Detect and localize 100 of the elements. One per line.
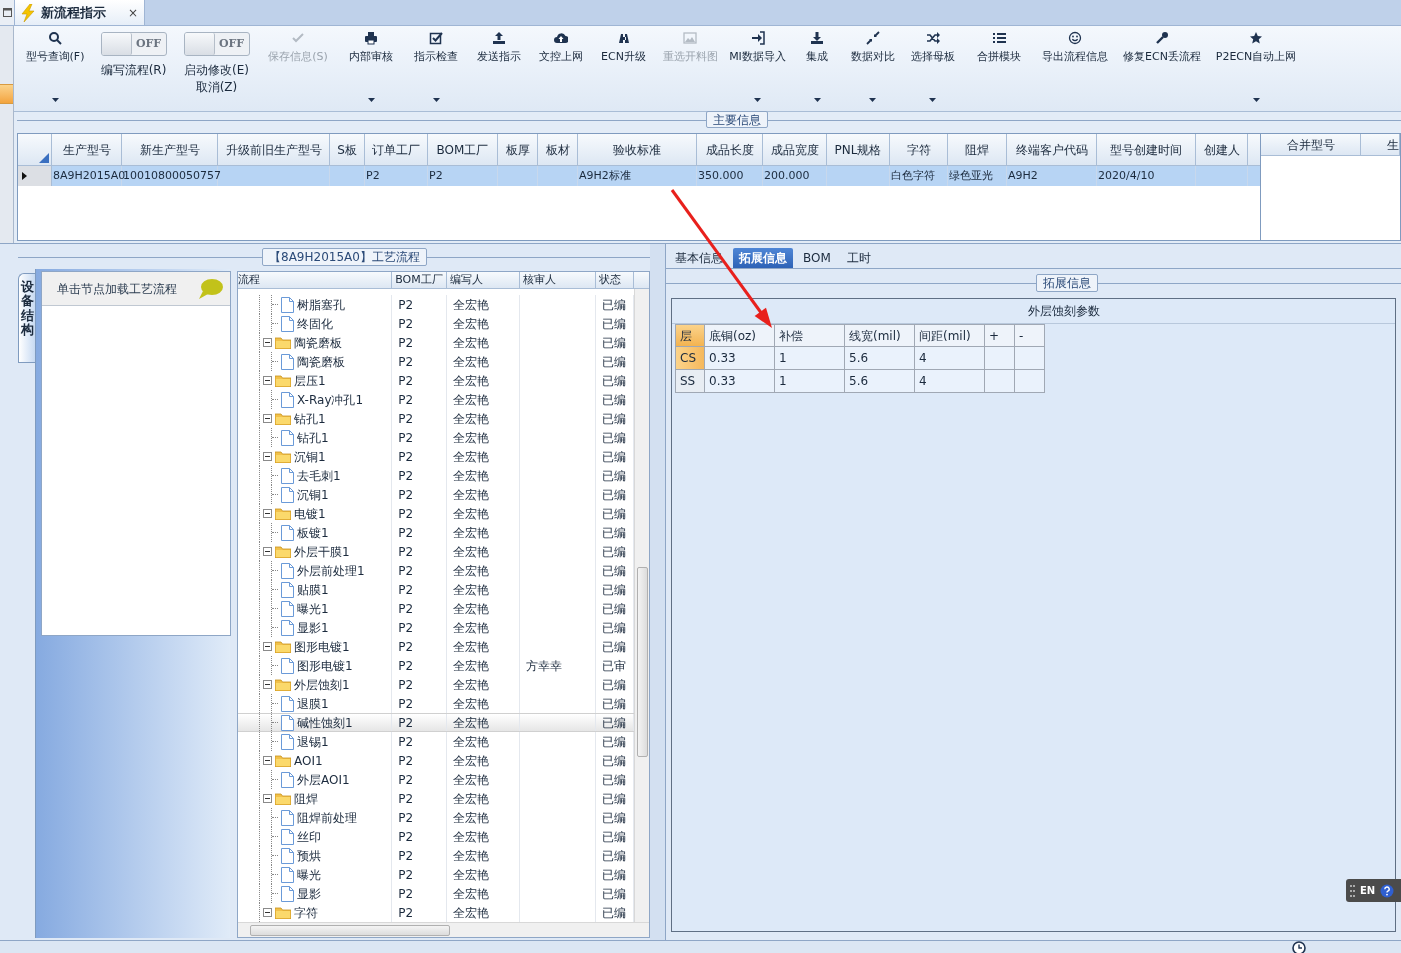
tree-row[interactable]: 显影 P2 全宏艳 已编 [238, 884, 634, 903]
column-header[interactable]: 状态 [596, 272, 634, 288]
column-header[interactable]: 升级前旧生产型号 [218, 134, 330, 165]
column-header[interactable]: 新生产型号 [122, 134, 218, 165]
column-header[interactable]: 底铜(oz) [705, 325, 775, 347]
close-button[interactable]: × [127, 3, 138, 22]
toolbar-button[interactable]: 内部审核 [337, 26, 405, 110]
collapse-icon[interactable] [263, 509, 272, 518]
column-header[interactable]: 板材 [538, 134, 578, 165]
column-header[interactable]: 线宽(mil) [845, 325, 915, 347]
tree-row[interactable]: 曝光1 P2 全宏艳 已编 [238, 599, 634, 618]
tree-row[interactable]: 外层干膜1 P2 全宏艳 已编 [238, 542, 634, 561]
toolbar-button[interactable]: 选择母板 [901, 26, 964, 110]
column-header[interactable]: 成品宽度 [763, 134, 827, 165]
column-header[interactable]: 流程 [238, 272, 393, 288]
scrollbar-thumb[interactable] [250, 924, 450, 936]
row-header[interactable]: CS [676, 347, 705, 370]
column-header[interactable]: 合并型号 [1261, 134, 1361, 155]
column-header[interactable]: 字符 [890, 134, 948, 165]
toolbar-button[interactable]: 发送指示 [467, 26, 530, 110]
column-header[interactable]: BOM工厂 [428, 134, 498, 165]
toolbar-button[interactable]: ECN升级 [592, 26, 655, 110]
horizontal-scrollbar[interactable] [238, 922, 649, 937]
collapse-icon[interactable] [263, 794, 272, 803]
collapse-icon[interactable] [263, 756, 272, 765]
column-header[interactable]: 补偿 [775, 325, 845, 347]
tree-row[interactable]: 沉铜1 P2 全宏艳 已编 [238, 485, 634, 504]
tree-row[interactable]: 阻焊 P2 全宏艳 已编 [238, 789, 634, 808]
tree-row[interactable]: 钻孔1 P2 全宏艳 已编 [238, 428, 634, 447]
tree-row[interactable]: 贴膜1 P2 全宏艳 已编 [238, 580, 634, 599]
column-header[interactable]: 型号创建时间 [1097, 134, 1196, 165]
toolbar-button[interactable]: 修复ECN丢流程 [1116, 26, 1208, 110]
row-header[interactable]: SS [676, 370, 705, 393]
toolbar-button[interactable]: 合拼模块 [964, 26, 1033, 110]
toolbar-button[interactable]: 指示检查 [405, 26, 467, 110]
column-header[interactable]: S板 [330, 134, 365, 165]
collapse-icon[interactable] [263, 376, 272, 385]
tree-row[interactable]: 陶瓷磨板 P2 全宏艳 已编 [238, 352, 634, 371]
tree-row[interactable]: 丝印 P2 全宏艳 已编 [238, 827, 634, 846]
tab[interactable]: 拓展信息 [733, 248, 793, 268]
toolbar-button[interactable]: 型号查询(F) [17, 26, 93, 110]
toolbar-button[interactable]: 集成 [790, 26, 844, 110]
toolbar-button[interactable]: P2ECN自动上网 [1208, 26, 1304, 110]
column-header[interactable]: + [985, 325, 1015, 347]
tree-row[interactable]: 陶瓷磨板 P2 全宏艳 已编 [238, 333, 634, 352]
tree-row[interactable]: 电镀1 P2 全宏艳 已编 [238, 504, 634, 523]
column-header[interactable]: PNL规格 [827, 134, 890, 165]
tree-row[interactable]: 层压1 P2 全宏艳 已编 [238, 371, 634, 390]
tree-row[interactable]: 碱性蚀刻1 P2 全宏艳 已编 [238, 713, 634, 732]
tree-row[interactable]: 阻焊前处理 P2 全宏艳 已编 [238, 808, 634, 827]
language-bar[interactable]: EN [1346, 879, 1401, 902]
tree-row[interactable]: 预烘 P2 全宏艳 已编 [238, 846, 634, 865]
scrollbar-thumb[interactable] [636, 567, 648, 757]
column-header[interactable]: 创建人 [1196, 134, 1248, 165]
collapse-icon[interactable] [263, 680, 272, 689]
toolbar-button[interactable]: MI数据导入 [725, 26, 790, 110]
column-header[interactable]: 编写人 [446, 272, 520, 288]
tree-row[interactable]: 树脂塞孔 P2 全宏艳 已编 [238, 295, 634, 314]
table-row[interactable]: 8A9H2015A010010800050757 P2 P2 A9H2标准 350.000 200.000 白色字符 绿色亚光 A9H2 2020/4/10 [18, 166, 1260, 186]
tree-row[interactable]: 终固化 P2 全宏艳 已编 [238, 314, 634, 333]
toolbar-button[interactable]: 文控上网 [530, 26, 592, 110]
tree-row[interactable]: 板镀1 P2 全宏艳 已编 [238, 523, 634, 542]
column-header[interactable]: BOM工厂 [392, 272, 447, 288]
column-header[interactable]: 生 [1361, 134, 1400, 155]
column-header[interactable]: 层 [676, 325, 705, 347]
column-header[interactable]: 间距(mil) [915, 325, 985, 347]
tree-row[interactable]: 显影1 P2 全宏艳 已编 [238, 618, 634, 637]
tree-row[interactable]: AOI1 P2 全宏艳 已编 [238, 751, 634, 770]
column-header[interactable]: 成品长度 [697, 134, 763, 165]
tree-row[interactable]: 外层AOI1 P2 全宏艳 已编 [238, 770, 634, 789]
collapse-icon[interactable] [263, 338, 272, 347]
tree-row[interactable]: 钻孔1 P2 全宏艳 已编 [238, 409, 634, 428]
column-header[interactable]: 终端客户代码 [1007, 134, 1097, 165]
collapse-icon[interactable] [263, 452, 272, 461]
tree-row[interactable]: 沉铜1 P2 全宏艳 已编 [238, 447, 634, 466]
column-header[interactable]: 验收标准 [578, 134, 697, 165]
column-header[interactable]: 订单工厂 [365, 134, 428, 165]
tree-row[interactable]: 去毛刺1 P2 全宏艳 已编 [238, 466, 634, 485]
column-header[interactable]: 核审人 [519, 272, 597, 288]
column-header[interactable]: 阻焊 [948, 134, 1007, 165]
toggle-switch[interactable]: OFF [100, 32, 167, 56]
collapse-icon[interactable] [263, 414, 272, 423]
side-tab[interactable]: 设备结构 [18, 273, 35, 363]
collapse-icon[interactable] [263, 642, 272, 651]
vertical-scrollbar[interactable] [634, 289, 649, 922]
collapse-icon[interactable] [263, 908, 272, 917]
tree-row[interactable]: 曝光 P2 全宏艳 已编 [238, 865, 634, 884]
tree-row[interactable]: 退锡1 P2 全宏艳 已编 [238, 732, 634, 751]
tree-row[interactable]: X-Ray冲孔1 P2 全宏艳 已编 [238, 390, 634, 409]
column-header[interactable]: - [1015, 325, 1045, 347]
toolbar-button[interactable]: 数据对比 [844, 26, 901, 110]
column-header[interactable]: 板厚 [498, 134, 538, 165]
column-header[interactable]: 生产型号 [52, 134, 122, 165]
tree-row[interactable]: 图形电镀1 P2 全宏艳 方幸幸 已审 [238, 656, 634, 675]
tree-row[interactable]: 图形电镀1 P2 全宏艳 已编 [238, 637, 634, 656]
document-tab[interactable]: 新流程指示 × [15, 0, 145, 25]
collapse-icon[interactable] [263, 547, 272, 556]
tree-row[interactable]: 外层蚀刻1 P2 全宏艳 已编 [238, 675, 634, 694]
toolbar-button[interactable]: 导出流程信息 [1033, 26, 1116, 110]
tree-row[interactable]: 外层前处理1 P2 全宏艳 已编 [238, 561, 634, 580]
